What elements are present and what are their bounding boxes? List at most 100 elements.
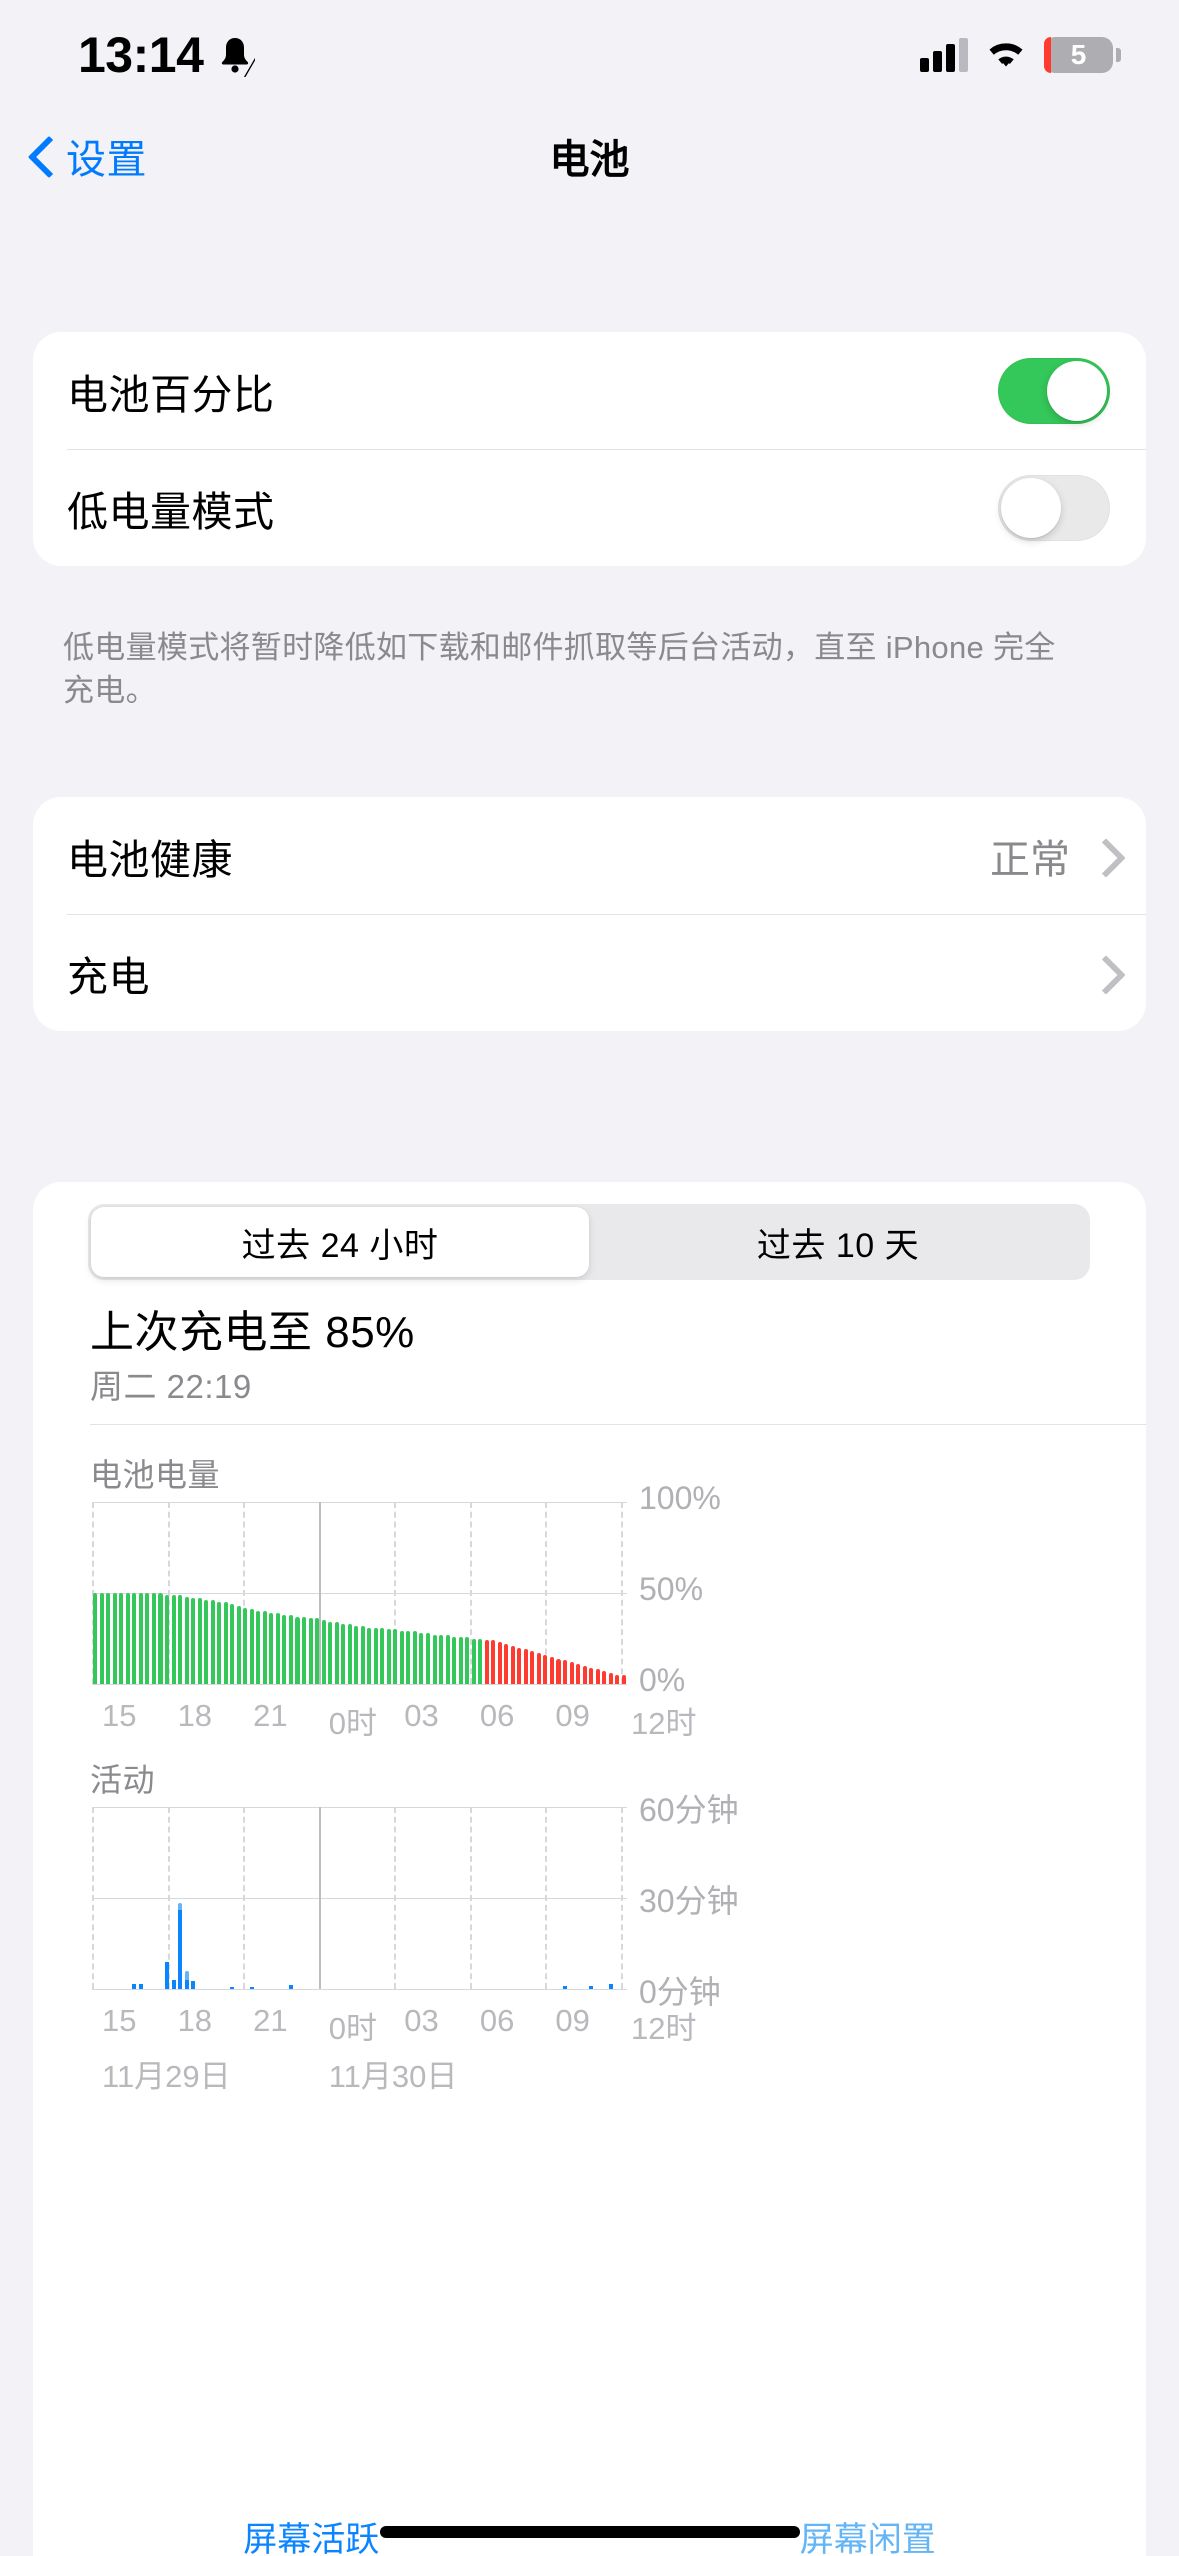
y-axis-tick-label: 60分钟	[639, 1792, 739, 1828]
chart-bar	[510, 1645, 515, 1684]
chart-bar	[530, 1651, 535, 1684]
status-bar: 13:14 5	[0, 0, 1179, 110]
chart-bar	[138, 1593, 143, 1684]
battery-level-chart	[92, 1502, 627, 1685]
activity-chart-title: 活动	[90, 1762, 156, 1798]
chart-bar	[210, 1600, 215, 1684]
chart-bar	[197, 1598, 202, 1684]
battery-settings-screen: 13:14 5 设置 电池 电池百分比 低电量模式 低电量模式将暂时降低如下载和…	[0, 0, 1179, 2556]
battery-health-value: 正常	[990, 837, 1070, 882]
row-battery-health[interactable]: 电池健康 正常	[33, 797, 1146, 914]
low-power-mode-toggle[interactable]	[998, 474, 1110, 541]
row-charging[interactable]: 充电	[33, 914, 1146, 1031]
row-battery-percentage[interactable]: 电池百分比	[33, 332, 1146, 449]
chart-bar	[334, 1622, 339, 1684]
chart-bar	[132, 1593, 137, 1684]
status-bar-left: 13:14	[78, 27, 268, 83]
battery-percentage-toggle[interactable]	[998, 357, 1110, 424]
chart-bar	[386, 1629, 391, 1684]
chart-bar	[458, 1636, 463, 1684]
chart-bar	[589, 1985, 594, 1989]
chart-bar	[230, 1603, 235, 1684]
chart-bar	[184, 1979, 189, 1989]
chart-bar	[445, 1634, 450, 1684]
chevron-right-icon	[1092, 957, 1110, 989]
y-axis-tick-label: 50%	[639, 1571, 704, 1607]
x-axis-tick-label: 03	[404, 2003, 439, 2038]
chart-bar	[478, 1638, 483, 1684]
chart-bar	[367, 1627, 372, 1684]
chart-bar	[406, 1631, 411, 1684]
chart-bar	[491, 1640, 496, 1684]
chart-bar	[145, 1593, 150, 1684]
chart-bar	[165, 1594, 170, 1684]
chart-bar	[341, 1623, 346, 1684]
usage-card-divider	[90, 1424, 1146, 1425]
row-battery-health-right: 正常	[990, 827, 1110, 885]
chart-bar	[425, 1633, 430, 1684]
x-axis-tick-label: 15	[102, 1698, 137, 1733]
chart-bar	[315, 1618, 320, 1684]
row-battery-health-label: 电池健康	[67, 836, 233, 883]
chart-bar	[99, 1593, 104, 1684]
chart-bar	[484, 1640, 489, 1684]
cellular-bars-icon	[920, 38, 968, 72]
chart-bar	[93, 1593, 98, 1684]
segment-last-10-days[interactable]: 过去 10 天	[589, 1207, 1087, 1277]
chart-bar	[158, 1593, 163, 1684]
chart-bar	[373, 1627, 378, 1684]
row-charging-label: 充电	[67, 953, 150, 1000]
chart-bar	[536, 1653, 541, 1684]
battery-toggles-card: 电池百分比 低电量模式	[33, 332, 1146, 566]
chart-bar	[582, 1665, 587, 1684]
chart-bar	[419, 1633, 424, 1684]
chart-bar	[399, 1631, 404, 1684]
x-axis-tick-label: 21	[253, 2003, 288, 2038]
chart-bar	[223, 1602, 228, 1684]
chart-bar	[295, 1616, 300, 1684]
x-axis-date-label: 11月29日	[102, 2059, 231, 2094]
chart-bar	[249, 1609, 254, 1684]
chart-bar	[569, 1662, 574, 1684]
chart-bar	[171, 1594, 176, 1684]
x-axis-tick-label: 18	[177, 1698, 213, 1733]
chart-bar	[125, 1593, 130, 1684]
chart-bar	[562, 1985, 568, 1989]
chart-bar	[471, 1638, 476, 1684]
chart-bar	[576, 1663, 581, 1684]
chart-bar	[432, 1634, 437, 1684]
chart-bar	[191, 1598, 196, 1684]
x-axis-tick-label: 21	[253, 1698, 288, 1733]
chart-bar	[380, 1627, 385, 1684]
x-axis-tick-label: 12时	[631, 2011, 697, 2046]
chart-bar	[165, 1961, 170, 1989]
chart-bar	[465, 1636, 470, 1684]
x-axis-tick-label: 06	[479, 2003, 515, 2038]
chart-bar	[112, 1593, 117, 1684]
chart-bar	[328, 1622, 333, 1684]
activity-chart-bars	[92, 1807, 627, 1989]
row-low-power-mode[interactable]: 低电量模式	[33, 449, 1146, 566]
chart-bar	[106, 1593, 111, 1684]
low-power-mode-footnote: 低电量模式将暂时降低如下载和邮件抓取等后台活动，直至 iPhone 完全充电。	[63, 630, 1056, 708]
chart-bar	[256, 1611, 261, 1684]
chart-bar	[302, 1616, 307, 1684]
status-bar-clock: 13:14	[78, 27, 204, 83]
status-bar-right: 5	[920, 36, 1121, 75]
x-axis-tick-label: 12时	[631, 1706, 697, 1741]
chart-bar	[178, 1902, 183, 1911]
x-axis-tick-label: 03	[404, 1698, 439, 1733]
chart-bar	[589, 1667, 594, 1684]
battery-low-fill	[1044, 37, 1051, 73]
x-axis-date-label: 11月30日	[328, 2059, 458, 2094]
page-title: 电池	[549, 138, 630, 182]
time-range-segmented-control[interactable]: 过去 24 小时 过去 10 天	[88, 1204, 1090, 1280]
chart-bar	[517, 1647, 522, 1684]
wifi-icon	[984, 36, 1028, 75]
chart-bar	[119, 1593, 124, 1684]
segment-last-24-hours[interactable]: 过去 24 小时	[91, 1207, 589, 1277]
chart-bar	[347, 1623, 352, 1684]
chart-bar	[217, 1602, 222, 1684]
chart-bar	[621, 1674, 626, 1684]
chart-bar	[439, 1634, 444, 1684]
